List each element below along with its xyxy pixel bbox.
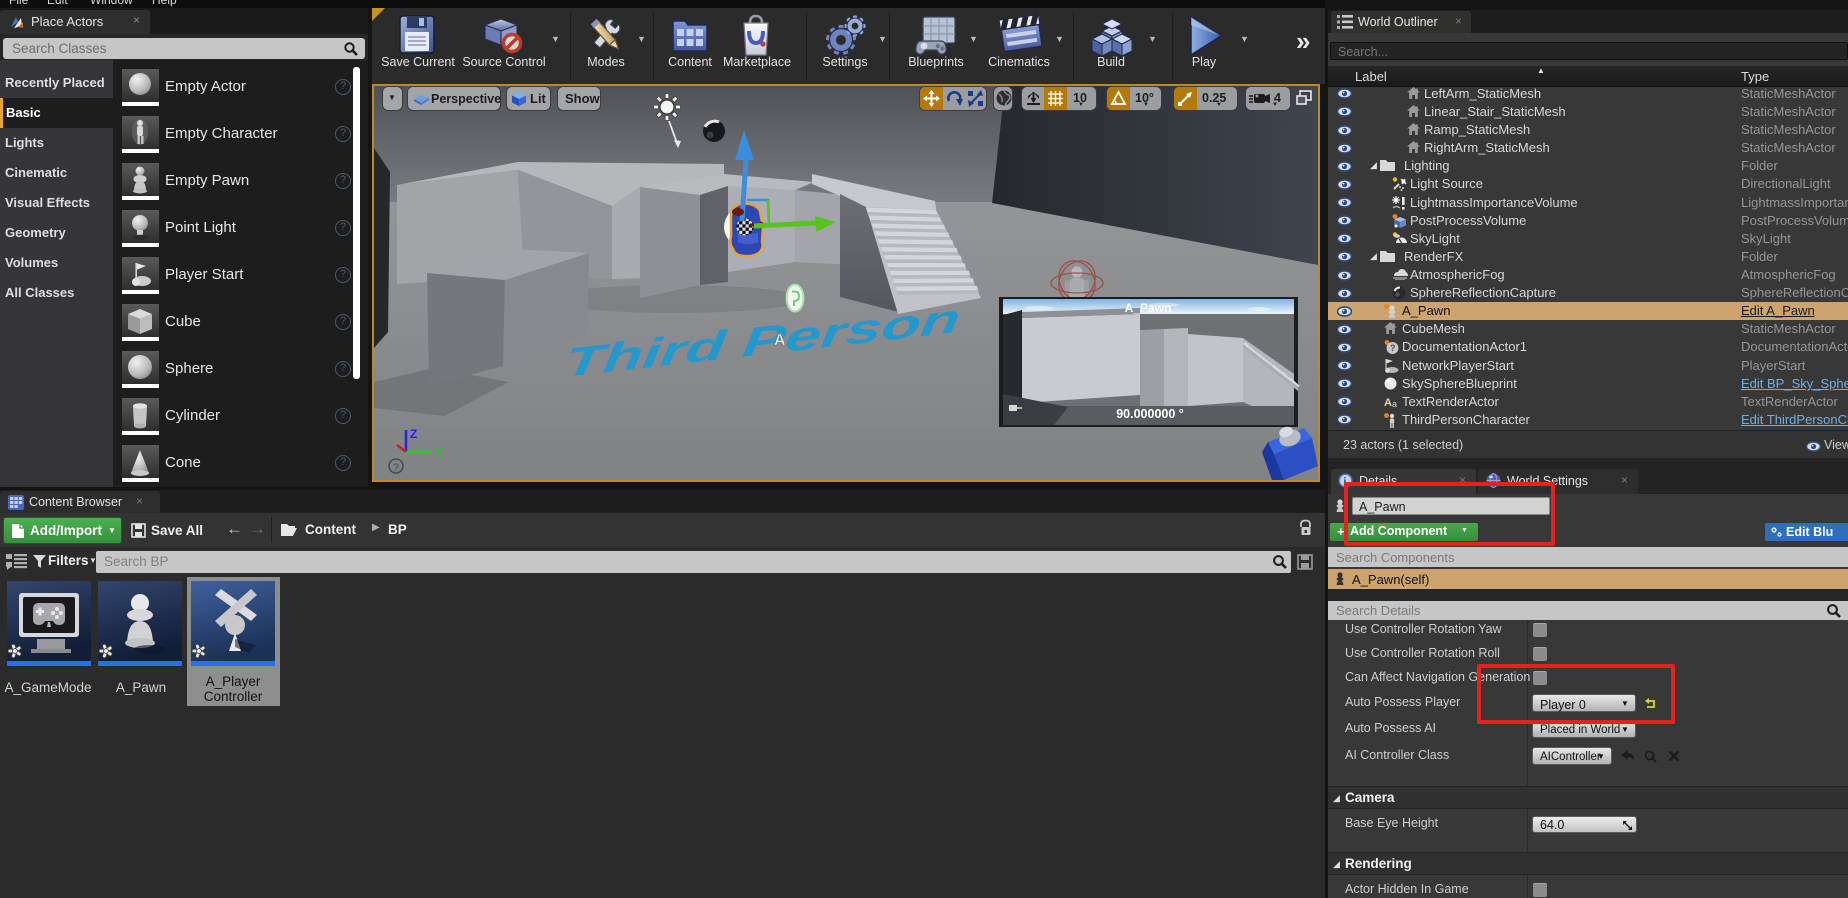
svg-text:?: ? [393, 462, 399, 474]
svg-text:Y: Y [435, 446, 443, 460]
svg-text:Z: Z [410, 427, 417, 441]
svg-text:a: a [1392, 399, 1397, 408]
svg-text:A: A [774, 332, 786, 349]
svg-text:A: A [1384, 397, 1392, 408]
svg-text:?: ? [1390, 343, 1396, 353]
svg-text:90.000000 °: 90.000000 ° [1116, 407, 1184, 421]
svg-text:A_Pawn: A_Pawn [1125, 301, 1172, 315]
